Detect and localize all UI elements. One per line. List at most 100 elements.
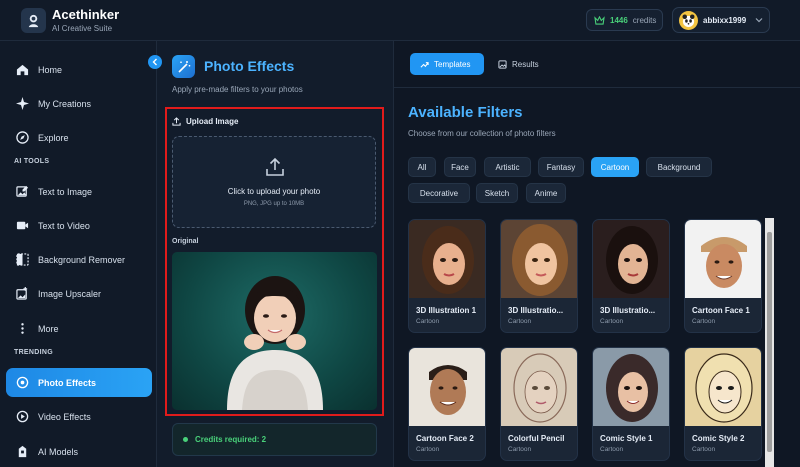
sparkle-icon bbox=[16, 97, 29, 110]
filter-thumbnail bbox=[593, 348, 669, 426]
sidebar-item-label: Photo Effects bbox=[38, 377, 97, 388]
sidebar-item-image-upscaler[interactable]: Image Upscaler bbox=[6, 279, 152, 308]
crown-icon bbox=[594, 15, 605, 25]
sidebar-item-label: Explore bbox=[38, 132, 69, 143]
filter-category: Cartoon bbox=[508, 318, 532, 325]
sidebar-item-background-remover[interactable]: Background Remover bbox=[6, 245, 152, 274]
filter-card[interactable]: Comic Style 1 Cartoon bbox=[592, 347, 670, 461]
filter-thumbnail bbox=[685, 348, 761, 426]
user-menu[interactable]: abbixx1999 bbox=[672, 7, 770, 33]
sidebar-item-text-to-image[interactable]: Text to Image bbox=[6, 177, 152, 206]
sidebar-item-label: More bbox=[38, 323, 59, 334]
home-icon bbox=[16, 64, 29, 76]
sidebar-item-text-to-video[interactable]: Text to Video bbox=[6, 211, 152, 240]
image-icon bbox=[498, 59, 507, 69]
status-dot bbox=[183, 437, 188, 442]
original-label: Original bbox=[172, 238, 199, 245]
upload-dropzone[interactable]: Click to upload your photo PNG, JPG up t… bbox=[172, 136, 376, 228]
tab-templates[interactable]: Templates bbox=[410, 53, 484, 75]
filter-name: 3D Illustratio... bbox=[600, 306, 656, 315]
filter-card[interactable]: Colorful Pencil Cartoon bbox=[500, 347, 578, 461]
filter-category: Cartoon bbox=[508, 446, 532, 453]
upload-title: Upload Image bbox=[172, 117, 238, 126]
compass-icon bbox=[16, 131, 29, 144]
filter-name: Cartoon Face 1 bbox=[692, 306, 750, 315]
sidebar-item-video-effects[interactable]: Video Effects bbox=[6, 402, 152, 431]
filter-chip-face[interactable]: Face bbox=[444, 157, 476, 177]
split-image-icon bbox=[16, 253, 29, 266]
sidebar-item-label: Image Upscaler bbox=[38, 288, 102, 299]
sidebar-item-home[interactable]: Home bbox=[6, 55, 152, 84]
username: abbixx1999 bbox=[703, 15, 747, 25]
filter-name: Comic Style 2 bbox=[692, 434, 745, 443]
sidebar-item-photo-effects[interactable]: Photo Effects bbox=[6, 368, 152, 397]
filter-card[interactable]: Cartoon Face 1 Cartoon bbox=[684, 219, 762, 333]
image-edit-icon bbox=[16, 185, 29, 197]
sidebar-item-explore[interactable]: Explore bbox=[6, 123, 152, 152]
avatar bbox=[679, 10, 698, 30]
scrollbar-thumb[interactable] bbox=[767, 232, 772, 452]
credits-required-text: Credits required: 2 bbox=[195, 435, 267, 444]
filter-category: Cartoon bbox=[416, 318, 440, 325]
filter-chip-anime[interactable]: Anime bbox=[526, 183, 566, 203]
filter-chip-artistic[interactable]: Artistic bbox=[484, 157, 531, 177]
filter-name: Colorful Pencil bbox=[508, 434, 565, 443]
chevron-down-icon bbox=[755, 18, 763, 23]
tab-bar: Templates Results bbox=[394, 41, 800, 88]
sidebar-item-my-creations[interactable]: My Creations bbox=[6, 89, 152, 118]
filter-name: 3D Illustratio... bbox=[508, 306, 564, 315]
dropzone-hint: PNG, JPG up to 10MB bbox=[243, 201, 305, 207]
filter-card[interactable]: 3D Illustratio... Cartoon bbox=[592, 219, 670, 333]
filters-title: Available Filters bbox=[408, 104, 523, 121]
sidebar-item-label: AI Models bbox=[38, 446, 79, 457]
filter-chip-cartoon[interactable]: Cartoon bbox=[591, 157, 639, 177]
filter-category: Cartoon bbox=[600, 446, 624, 453]
top-header: Acethinker AI Creative Suite 1446 credit… bbox=[0, 0, 800, 41]
filter-thumbnail bbox=[409, 348, 485, 426]
filter-card[interactable]: Comic Style 2 Cartoon bbox=[684, 347, 762, 461]
filter-chip-fantasy[interactable]: Fantasy bbox=[538, 157, 584, 177]
tab-results[interactable]: Results bbox=[488, 53, 552, 75]
filter-chip-sketch[interactable]: Sketch bbox=[476, 183, 518, 203]
filter-chip-decorative[interactable]: Decorative bbox=[408, 183, 470, 203]
photo-effects-panel: Photo Effects Apply pre-made filters to … bbox=[157, 41, 393, 467]
app-logo-icon[interactable] bbox=[21, 8, 46, 33]
filter-thumbnail bbox=[593, 220, 669, 298]
sidebar-item-label: Text to Image bbox=[38, 186, 93, 197]
filter-thumbnail bbox=[685, 220, 761, 298]
app-name: Acethinker bbox=[52, 7, 120, 22]
tab-label: Templates bbox=[434, 59, 471, 69]
filter-chip-all[interactable]: All bbox=[408, 157, 436, 177]
sidebar-item-ai-models[interactable]: AI Models bbox=[6, 437, 152, 466]
credits-count: 1446 bbox=[610, 15, 628, 25]
sidebar-item-more[interactable]: More bbox=[6, 314, 152, 343]
filter-card[interactable]: 3D Illustratio... Cartoon bbox=[500, 219, 578, 333]
sidebar-item-label: My Creations bbox=[38, 98, 92, 109]
filter-category: Cartoon bbox=[692, 318, 716, 325]
filter-card[interactable]: Cartoon Face 2 Cartoon bbox=[408, 347, 486, 461]
filters-subtitle: Choose from our collection of photo filt… bbox=[408, 129, 556, 138]
filter-card[interactable]: 3D Illustration 1 Cartoon bbox=[408, 219, 486, 333]
trending-icon bbox=[420, 61, 429, 68]
credits-label: credits bbox=[632, 15, 657, 25]
photo-effects-icon bbox=[16, 376, 29, 389]
more-vertical-icon bbox=[21, 323, 24, 334]
upload-title-label: Upload Image bbox=[186, 117, 239, 126]
sidebar-item-label: Video Effects bbox=[38, 411, 91, 422]
filter-name: Cartoon Face 2 bbox=[416, 434, 474, 443]
section-title-ai-tools: AI TOOLS bbox=[14, 158, 50, 165]
filter-thumbnail bbox=[409, 220, 485, 298]
sidebar-collapse-button[interactable] bbox=[148, 55, 162, 69]
sidebar: Home My Creations Explore AI TOOLS Text … bbox=[0, 41, 157, 467]
section-title-trending: TRENDING bbox=[14, 349, 53, 356]
chevron-left-icon bbox=[152, 58, 157, 66]
tab-label: Results bbox=[512, 59, 539, 69]
credits-badge[interactable]: 1446 credits bbox=[586, 9, 663, 31]
original-photo bbox=[172, 252, 377, 410]
filter-category: Cartoon bbox=[416, 446, 440, 453]
filter-name: 3D Illustration 1 bbox=[416, 306, 477, 315]
filter-category: Cartoon bbox=[600, 318, 624, 325]
filter-chip-background[interactable]: Background bbox=[646, 157, 712, 177]
magic-wand-icon bbox=[172, 55, 195, 78]
filters-panel: Templates Results Available Filters Choo… bbox=[393, 41, 800, 467]
